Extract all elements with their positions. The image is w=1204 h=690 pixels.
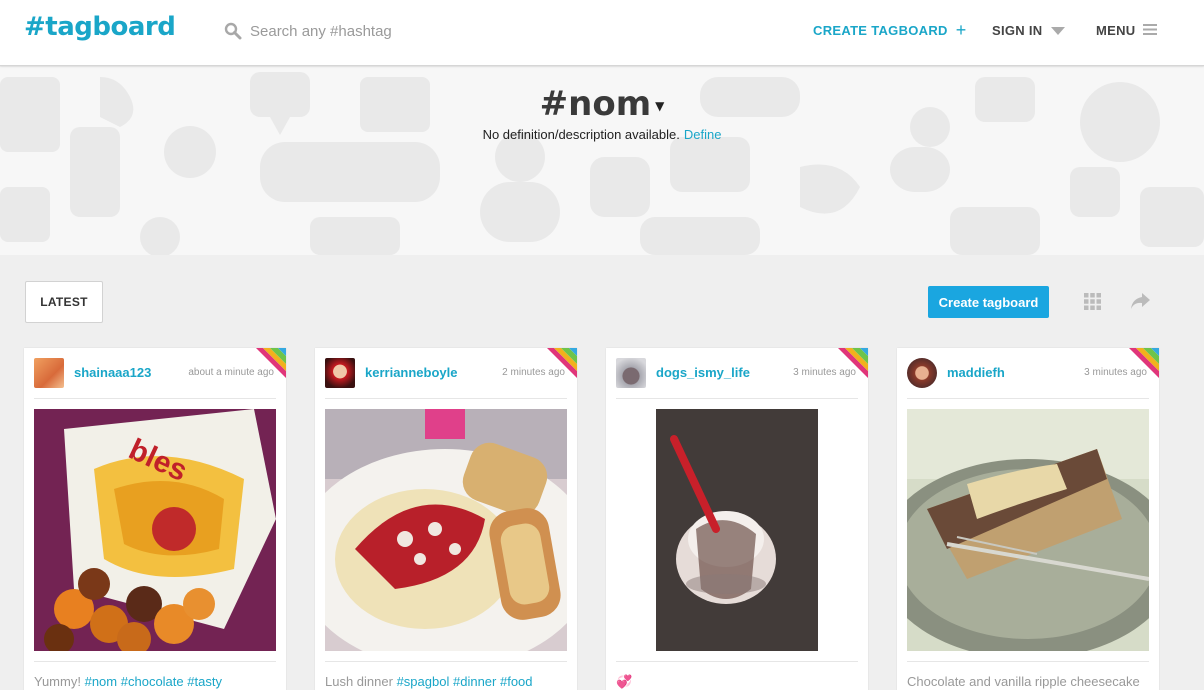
create-tagboard-nav-link[interactable]: CREATE TAGBOARD +: [813, 20, 967, 40]
post-timestamp: 3 minutes ago: [793, 367, 856, 378]
post-caption: Chocolate and vanilla ripple cheesecake: [907, 674, 1140, 689]
menu-nav-link[interactable]: MENU: [1096, 23, 1158, 38]
hashtag-title-text: #nom: [539, 84, 652, 124]
hashtag-link[interactable]: #nom: [85, 674, 118, 689]
create-tagboard-label: CREATE TAGBOARD: [813, 23, 948, 38]
caption-text: Lush dinner: [325, 674, 393, 689]
share-icon[interactable]: [1131, 293, 1150, 309]
create-tagboard-button[interactable]: Create tagboard: [928, 286, 1049, 318]
avatar[interactable]: [616, 358, 646, 388]
sign-in-nav-link[interactable]: SIGN IN: [992, 23, 1065, 38]
post-card[interactable]: shainaaa123 about a minute ago bles Yumm…: [24, 348, 286, 690]
description-text: No definition/description available.: [482, 127, 680, 142]
caption-text: Yummy!: [34, 674, 81, 689]
post-timestamp: 3 minutes ago: [1084, 367, 1147, 378]
plus-icon: +: [955, 20, 967, 40]
divider: [907, 661, 1149, 662]
post-card[interactable]: dogs_ismy_life 3 minutes ago 💞: [606, 348, 868, 690]
caption-text: Chocolate and vanilla ripple cheesecake: [907, 674, 1140, 689]
post-timestamp: about a minute ago: [188, 367, 274, 378]
divider: [34, 661, 276, 662]
hashtag-link[interactable]: #chocolate: [121, 674, 184, 689]
post-timestamp: 2 minutes ago: [502, 367, 565, 378]
hashtag-hero-banner: #nom ▼ No definition/description availabl…: [0, 67, 1204, 255]
caret-down-icon: ▼: [655, 98, 665, 113]
hashtag-link[interactable]: #tasty: [187, 674, 222, 689]
post-photo[interactable]: [616, 409, 858, 651]
username-link[interactable]: shainaaa123: [74, 365, 151, 380]
divider: [325, 398, 567, 399]
sign-in-label: SIGN IN: [992, 23, 1043, 38]
latest-sort-button[interactable]: LATEST: [25, 281, 103, 323]
post-caption: Yummy! #nom #chocolate #tasty: [34, 674, 222, 689]
avatar[interactable]: [907, 358, 937, 388]
avatar[interactable]: [34, 358, 64, 388]
tagboard-logo[interactable]: #tagboard: [24, 12, 176, 42]
hashtag-description: No definition/description available. Defi…: [0, 127, 1204, 142]
search-input[interactable]: [250, 22, 510, 40]
avatar[interactable]: [325, 358, 355, 388]
divider: [907, 398, 1149, 399]
divider: [34, 398, 276, 399]
hamburger-icon: [1143, 23, 1158, 38]
top-navigation-bar: #tagboard CREATE TAGBOARD + SIGN IN MENU: [0, 0, 1204, 66]
menu-label: MENU: [1096, 23, 1136, 38]
divider: [616, 661, 858, 662]
post-photo[interactable]: [325, 409, 567, 651]
hashtag-link[interactable]: #spagbol: [397, 674, 450, 689]
search-icon: [224, 22, 242, 40]
grid-view-icon[interactable]: [1084, 293, 1101, 310]
post-caption: Lush dinner #spagbol #dinner #food: [325, 674, 533, 689]
hashtag-link[interactable]: #food: [500, 674, 533, 689]
post-photo[interactable]: [907, 409, 1149, 651]
post-card[interactable]: kerrianneboyle 2 minutes ago Lush dinner…: [315, 348, 577, 690]
caption-text: 💞: [616, 674, 633, 689]
search-bar[interactable]: [224, 19, 524, 43]
username-link[interactable]: maddiefh: [947, 365, 1005, 380]
username-link[interactable]: dogs_ismy_life: [656, 365, 750, 380]
post-card[interactable]: maddiefh 3 minutes ago Chocolate and van…: [897, 348, 1159, 690]
hashtag-link[interactable]: #dinner: [453, 674, 496, 689]
hashtag-title[interactable]: #nom ▼: [0, 84, 1204, 124]
divider: [325, 661, 567, 662]
post-photo[interactable]: bles: [34, 409, 276, 651]
username-link[interactable]: kerrianneboyle: [365, 365, 458, 380]
chevron-down-icon: [1050, 23, 1065, 38]
divider: [616, 398, 858, 399]
define-link[interactable]: Define: [684, 127, 722, 142]
post-caption: 💞: [616, 674, 632, 690]
